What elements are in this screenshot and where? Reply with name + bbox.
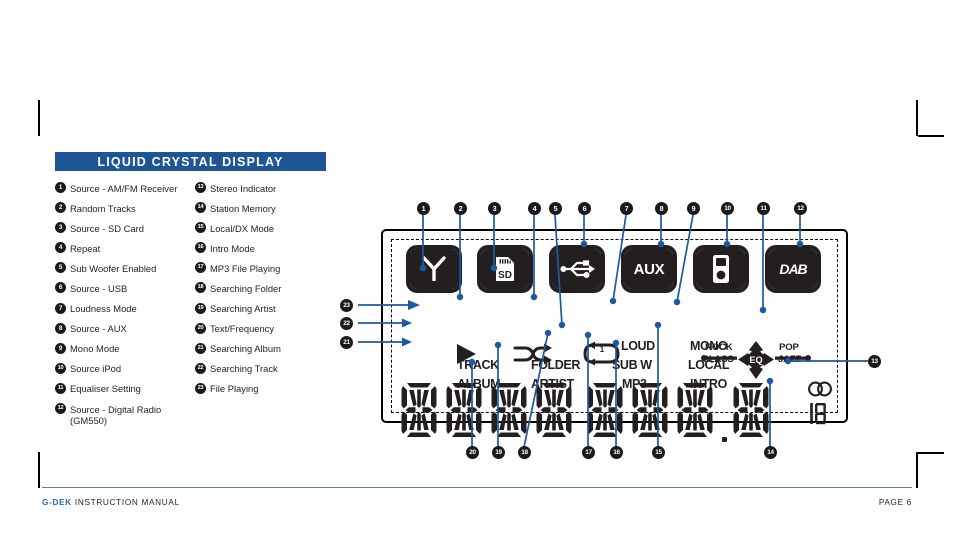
legend-item: 12 Source - Digital Radio (GM550) <box>55 403 190 426</box>
legend-item: 7 Loudness Mode <box>55 302 190 315</box>
legend-bullet-9: 9 <box>55 342 66 354</box>
legend-item: 9 Mono Mode <box>55 342 190 355</box>
callout-20: 20 <box>466 446 479 459</box>
legend-bullet-3: 3 <box>55 222 66 234</box>
callout-9: 9 <box>687 202 700 215</box>
legend-item: 11 Equaliser Setting <box>55 382 190 395</box>
legend-label: File Playing <box>210 383 259 395</box>
legend-label: Repeat <box>70 242 101 254</box>
leader-lines <box>358 214 868 448</box>
legend-column-left: 1 Source - AM/FM Receiver 2 Random Tracks 3 S… <box>55 182 190 434</box>
section-header: LIQUID CRYSTAL DISPLAY <box>55 152 326 171</box>
legend-bullet-20: 20 <box>195 322 206 334</box>
legend-bullet-8: 8 <box>55 322 66 334</box>
crop-mark-top-right-horizontal <box>918 135 944 137</box>
legend-bullet-18: 18 <box>195 282 206 294</box>
footer: G-DEK INSTRUCTION MANUAL PAGE 6 <box>42 498 912 507</box>
legend-bullet-7: 7 <box>55 302 66 314</box>
legend-label: Searching Track <box>210 363 278 375</box>
footer-brand: G-DEK <box>42 498 72 507</box>
legend-item: 6 Source - USB <box>55 282 190 294</box>
legend-item: 5 Sub Woofer Enabled <box>55 262 190 274</box>
legend-bullet-13: 13 <box>195 182 206 193</box>
manual-page: LIQUID CRYSTAL DISPLAY 1 Source - AM/FM R… <box>0 0 954 557</box>
footer-divider <box>42 487 912 489</box>
legend-label: MP3 File Playing <box>210 262 281 274</box>
lcd-diagram: SD AUX DAB 1 LOUD SUB W MP3 MONO LOCAL I… <box>330 185 910 475</box>
legend-item: 1 Source - AM/FM Receiver <box>55 182 190 194</box>
legend-label: Source iPod <box>70 363 122 375</box>
crop-mark-top-left <box>38 100 40 136</box>
legend-item: 10 Source iPod <box>55 362 190 375</box>
footer-page-number: PAGE 6 <box>878 498 912 507</box>
callout-21: 21 <box>340 336 353 349</box>
crop-mark-bottom-right-vertical <box>916 452 918 488</box>
legend-bullet-12: 12 <box>55 403 66 415</box>
legend-bullet-4: 4 <box>55 242 66 254</box>
legend-bullet-23: 23 <box>195 382 206 394</box>
callout-1: 1 <box>417 202 430 215</box>
legend-label: Source - AM/FM Receiver <box>70 182 178 194</box>
legend-item: 2 Random Tracks <box>55 202 190 214</box>
legend-label: Searching Artist <box>210 303 276 315</box>
legend-label: Station Memory <box>210 202 276 214</box>
callout-13: 13 <box>868 355 881 368</box>
callout-14: 14 <box>764 446 777 459</box>
legend-item: 4 Repeat <box>55 242 190 254</box>
legend-label: Text/Frequency <box>210 323 275 335</box>
legend-bullet-22: 22 <box>195 362 206 374</box>
legend-bullet-5: 5 <box>55 262 66 274</box>
legend-label: Loudness Mode <box>70 303 137 315</box>
legend-label: Random Tracks <box>70 202 136 214</box>
legend-bullet-10: 10 <box>55 362 66 374</box>
callout-6: 6 <box>578 202 591 215</box>
footer-text: INSTRUCTION MANUAL <box>74 498 180 507</box>
legend-bullet-14: 14 <box>195 202 206 214</box>
callout-11: 11 <box>757 202 770 215</box>
legend-label: Source - USB <box>70 282 128 294</box>
legend-bullet-2: 2 <box>55 202 66 214</box>
legend-bullet-15: 15 <box>195 222 206 234</box>
legend-bullet-11: 11 <box>55 382 66 394</box>
crop-mark-bottom-right-horizontal <box>918 452 944 454</box>
legend-bullet-6: 6 <box>55 282 66 294</box>
legend-label: Stereo Indicator <box>210 182 277 194</box>
legend-bullet-21: 21 <box>195 342 206 354</box>
legend-bullet-1: 1 <box>55 182 66 193</box>
legend-label: Source - Digital Radio (GM550) <box>70 403 162 426</box>
legend-label: Intro Mode <box>210 242 255 254</box>
callout-15: 15 <box>652 446 665 459</box>
legend-label-continued: (GM550) <box>70 414 107 426</box>
legend-label: Searching Album <box>210 343 281 355</box>
crop-mark-top-right-vertical <box>916 100 918 136</box>
legend-item: 3 Source - SD Card <box>55 222 190 234</box>
callout-22: 22 <box>340 317 353 330</box>
callout-4: 4 <box>528 202 541 215</box>
legend-label: Mono Mode <box>70 343 120 355</box>
legend-item: 8 Source - AUX <box>55 322 190 335</box>
callout-18: 18 <box>518 446 531 459</box>
crop-mark-bottom-left <box>38 452 40 488</box>
legend-label: Source - SD Card <box>70 222 144 234</box>
legend-label: Local/DX Mode <box>210 222 275 234</box>
legend-bullet-19: 19 <box>195 302 206 314</box>
callout-17: 17 <box>582 446 595 459</box>
legend-label: Source - AUX <box>70 323 127 335</box>
callout-7: 7 <box>620 202 633 215</box>
callout-2: 2 <box>454 202 467 215</box>
callout-19: 19 <box>492 446 505 459</box>
callout-23: 23 <box>340 299 353 312</box>
legend-label: Searching Folder <box>210 282 282 294</box>
callout-16: 16 <box>610 446 623 459</box>
callout-5: 5 <box>549 202 562 215</box>
callout-3: 3 <box>488 202 501 215</box>
legend-bullet-17: 17 <box>195 262 206 274</box>
callout-8: 8 <box>655 202 668 215</box>
callout-10: 10 <box>721 202 734 215</box>
legend-label: Equaliser Setting <box>70 383 141 395</box>
callout-12: 12 <box>794 202 807 215</box>
legend-bullet-16: 16 <box>195 242 206 254</box>
legend-label: Sub Woofer Enabled <box>70 262 157 274</box>
